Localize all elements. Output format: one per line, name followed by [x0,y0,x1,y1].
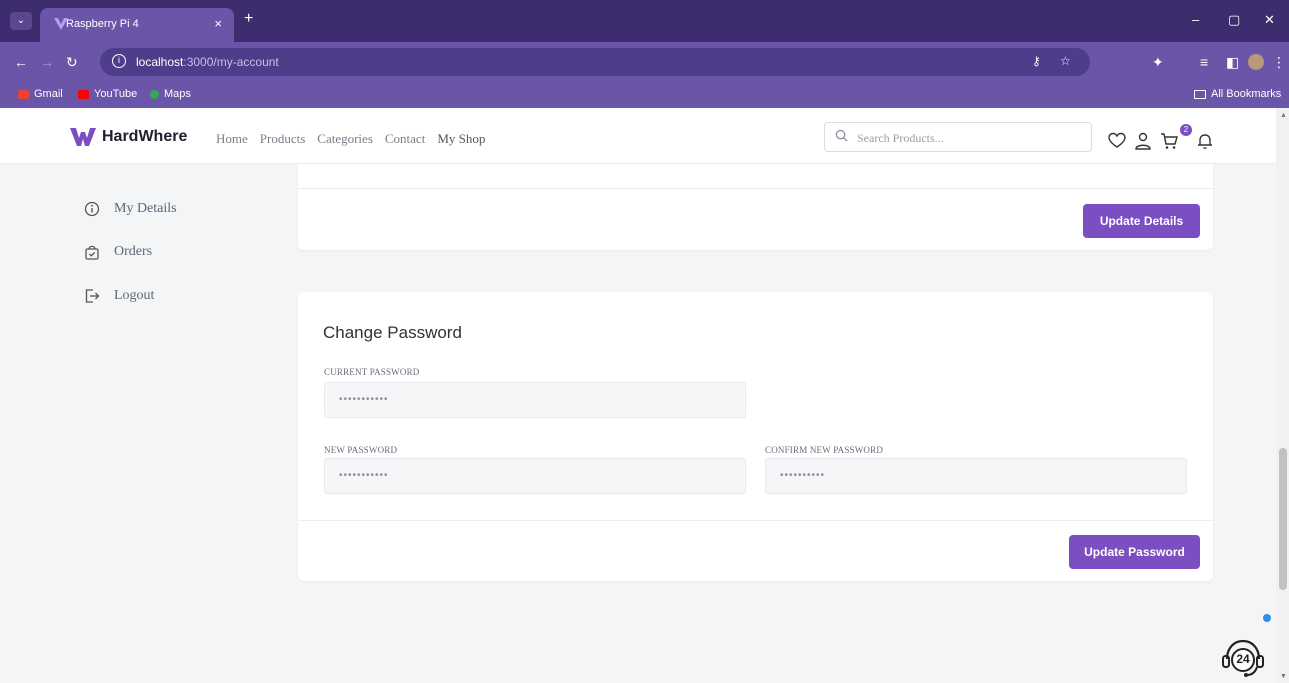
card-divider [298,188,1213,189]
bag-check-icon [85,245,99,260]
all-bookmarks[interactable]: All Bookmarks [1194,88,1281,100]
logout-icon [85,289,100,303]
sidebar-item-my-details[interactable]: My Details [84,201,177,217]
bookmark-gmail[interactable]: Gmail [18,88,63,100]
new-tab-button[interactable]: + [244,10,253,28]
card-title: Change Password [323,323,462,342]
nav-contact[interactable]: Contact [385,131,425,147]
confirm-password-label: CONFIRM NEW PASSWORD [765,445,884,455]
url-input[interactable]: i localhost:3000/my-account ⚷ ☆ [100,48,1090,76]
scrollbar-track[interactable] [1276,108,1289,683]
folder-icon [1194,89,1206,99]
scroll-down-icon[interactable]: ▼ [1280,673,1287,680]
media-icon[interactable]: ≡ [1200,54,1208,70]
tab-title: Raspberry Pi 4 [66,18,139,30]
extensions-icon[interactable]: ✦ [1152,54,1164,71]
logo-icon [70,128,96,146]
cart-count-badge: 2 [1180,124,1192,136]
current-password-field[interactable]: ••••••••••• [324,382,746,418]
search-input[interactable]: Search Products... [824,122,1092,152]
new-password-label: NEW PASSWORD [324,445,398,455]
sidebar-item-orders[interactable]: Orders [84,244,152,260]
site-logo[interactable]: HardWhere [70,128,187,146]
current-password-label: CURRENT PASSWORD [324,367,420,377]
back-icon[interactable]: ← [14,54,28,70]
my-details-card: Update Details [298,164,1213,250]
scroll-up-icon[interactable]: ▲ [1280,112,1287,119]
notification-bell-icon[interactable] [1196,132,1214,150]
update-password-button[interactable]: Update Password [1069,535,1200,569]
nav-home[interactable]: Home [216,131,248,147]
support-24-widget[interactable]: 24 [1218,632,1268,682]
nav-my-shop[interactable]: My Shop [437,131,485,147]
site-info-icon[interactable]: i [112,54,126,68]
user-icon[interactable] [1134,132,1152,150]
sidebar-item-logout[interactable]: Logout [84,288,154,304]
tab-search-menu[interactable]: ⌄ [10,12,32,30]
profile-avatar[interactable] [1248,54,1264,70]
browser-address-bar: ← → ↻ i localhost:3000/my-account ⚷ ☆ ✦ … [0,42,1289,82]
cart-icon[interactable] [1160,132,1178,150]
gmail-icon [18,89,29,99]
bookmark-star-icon[interactable]: ☆ [1060,54,1071,68]
browser-tab[interactable]: Raspberry Pi 4 × [40,8,234,42]
restore-button[interactable]: ▢ [1228,12,1240,28]
minimize-button[interactable]: – [1192,12,1199,27]
card-divider [298,520,1213,521]
sidebar-item-label: Logout [114,288,155,303]
close-window-button[interactable]: ✕ [1264,12,1275,28]
wishlist-heart-icon[interactable] [1108,132,1126,150]
forward-icon[interactable]: → [40,54,54,70]
scrollbar-thumb[interactable] [1279,448,1287,590]
sidebar-item-label: My Details [114,201,177,216]
site-header: HardWhere Home Products Categories Conta… [0,108,1276,164]
logo-text: HardWhere [102,128,188,145]
side-panel-icon[interactable]: ◧ [1226,54,1239,71]
change-password-card: Change Password CURRENT PASSWORD •••••••… [298,292,1213,581]
update-details-button[interactable]: Update Details [1083,204,1200,238]
browser-tab-bar: ⌄ Raspberry Pi 4 × + – ▢ ✕ [0,0,1289,42]
bookmark-youtube[interactable]: YouTube [78,88,137,100]
bookmarks-bar: Gmail YouTube Maps All Bookmarks [0,82,1289,108]
youtube-icon [78,89,89,99]
support-label: 24 [1236,652,1250,666]
search-placeholder: Search Products... [857,131,944,145]
bookmark-maps[interactable]: Maps [150,88,191,100]
maps-icon [150,89,159,99]
browser-menu-icon[interactable]: ⋮ [1272,54,1286,71]
reload-icon[interactable]: ↻ [66,54,78,71]
nav-categories[interactable]: Categories [317,131,373,147]
new-password-field[interactable]: ••••••••••• [324,458,746,494]
search-icon [835,129,848,142]
status-dot [1263,614,1271,622]
confirm-password-field[interactable]: •••••••••• [765,458,1187,494]
password-key-icon[interactable]: ⚷ [1032,54,1041,68]
sidebar-item-label: Orders [114,244,153,259]
nav-products[interactable]: Products [260,131,306,147]
info-icon [84,201,100,217]
url-text: localhost:3000/my-account [136,55,279,69]
main-nav: Home Products Categories Contact My Shop [216,131,485,147]
tab-close-icon[interactable]: × [214,16,222,31]
